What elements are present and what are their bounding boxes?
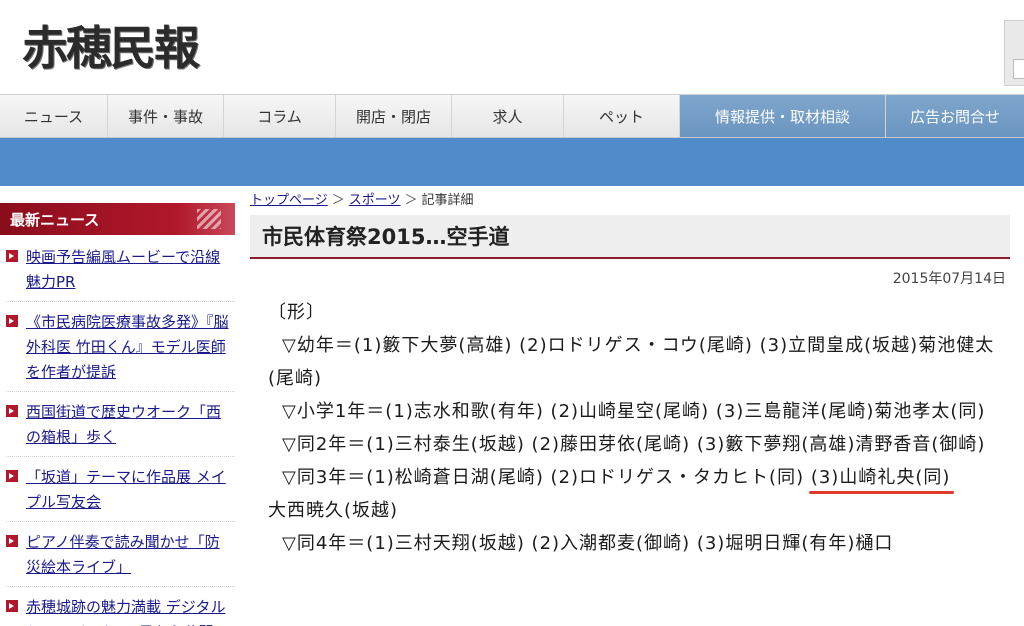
site-header: 赤穂民報	[0, 0, 1024, 94]
bullet-arrow-icon	[6, 405, 18, 417]
nav-item-shop-open-close[interactable]: 開店・閉店	[336, 95, 452, 137]
latest-news-sidebar: 最新ニュース 映画予告編風ムービーで沿線魅力PR 《市民病院医療事故多発》『脳外…	[0, 203, 235, 626]
news-link[interactable]: ピアノ伴奏で読み聞かせ「防災絵本ライブ」	[26, 530, 229, 580]
result-line: ▽小学1年＝(1)志水和歌(有年) (2)山崎星空(尾崎) (3)三島龍洋(尾崎…	[282, 401, 986, 422]
article-body: 〔形〕 ▽幼年＝(1)籔下大夢(高雄) (2)ロドリゲス・コウ(尾崎) (3)立…	[268, 296, 1008, 560]
breadcrumb-current: 記事詳細	[421, 193, 474, 208]
result-line: ▽幼年＝(1)籔下大夢(高雄) (2)ロドリゲス・コウ(尾崎) (3)立間皇成(…	[268, 335, 995, 389]
nav-item-news[interactable]: ニュース	[0, 95, 108, 137]
stripes-decoration	[197, 209, 221, 229]
sidebar-title: 最新ニュース	[0, 203, 235, 235]
section-heading: 〔形〕	[268, 302, 325, 323]
result-line: ▽同2年＝(1)三村泰生(坂越) (2)藤田芽依(尾崎) (3)籔下夢翔(高雄)…	[282, 434, 986, 455]
bullet-arrow-icon	[6, 470, 18, 482]
site-logo[interactable]: 赤穂民報	[22, 12, 200, 78]
news-link[interactable]: 赤穂城跡の魅力満載 デジタルミュージアム 21日から公開	[26, 595, 229, 626]
bullet-arrow-icon	[6, 535, 18, 547]
main-nav: ニュース 事件・事故 コラム 開店・閉店 求人 ペット 情報提供・取材相談 広告…	[0, 94, 1024, 138]
article-header: 市民体育祭2015…空手道	[250, 215, 1010, 259]
list-item: ピアノ伴奏で読み聞かせ「防災絵本ライブ」	[6, 526, 235, 587]
bullet-arrow-icon	[6, 315, 18, 327]
result-line-continuation: 大西暁久(坂越)	[268, 500, 399, 521]
nav-item-ad-inquiry[interactable]: 広告お問合せ	[886, 95, 1024, 137]
nav-item-pets[interactable]: ペット	[564, 95, 680, 137]
news-link[interactable]: 《市民病院医療事故多発》『脳外科医 竹田くん』モデル医師を作者が提訴	[26, 310, 229, 385]
list-item: 「坂道」テーマに作品展 メイプル写友会	[6, 461, 235, 522]
sidebar-title-text: 最新ニュース	[10, 210, 100, 229]
bullet-arrow-icon	[6, 250, 18, 262]
breadcrumb-separator: ＞	[404, 193, 418, 208]
list-item: 西国街道で歴史ウオーク「西の箱根」歩く	[6, 396, 235, 457]
list-item: 赤穂城跡の魅力満載 デジタルミュージアム 21日から公開	[6, 591, 235, 626]
breadcrumb-sports-link[interactable]: スポーツ	[349, 189, 401, 208]
list-item: 《市民病院医療事故多発》『脳外科医 竹田くん』モデル医師を作者が提訴	[6, 306, 235, 392]
highlighted-result: (3)山崎礼央(同)	[810, 467, 951, 488]
nav-item-column[interactable]: コラム	[224, 95, 336, 137]
news-link[interactable]: 映画予告編風ムービーで沿線魅力PR	[26, 245, 229, 295]
nav-item-jobs[interactable]: 求人	[452, 95, 564, 137]
list-item: 映画予告編風ムービーで沿線魅力PR	[6, 241, 235, 302]
result-line-text: ▽同3年＝(1)松崎蒼日湖(尾崎) (2)ロドリゲス・タカヒト(同)	[282, 467, 811, 488]
news-list: 映画予告編風ムービーで沿線魅力PR 《市民病院医療事故多発》『脳外科医 竹田くん…	[0, 235, 235, 626]
article-date: 2015年07月14日	[892, 271, 1006, 287]
result-line: ▽同3年＝(1)松崎蒼日湖(尾崎) (2)ロドリゲス・タカヒト(同) (3)山崎…	[268, 461, 1008, 527]
news-link[interactable]: 「坂道」テーマに作品展 メイプル写友会	[26, 465, 229, 515]
breadcrumb-separator: ＞	[331, 193, 345, 208]
nav-band	[0, 138, 1024, 186]
search-box[interactable]	[1004, 20, 1024, 86]
result-line: ▽同4年＝(1)三村天翔(坂越) (2)入潮都麦(御崎) (3)堀明日輝(有年)…	[282, 533, 894, 554]
search-input[interactable]	[1013, 59, 1024, 79]
breadcrumb-top-link[interactable]: トップページ	[250, 189, 328, 208]
bullet-arrow-icon	[6, 600, 18, 612]
nav-item-news-tips[interactable]: 情報提供・取材相談	[680, 95, 886, 137]
nav-item-incidents[interactable]: 事件・事故	[108, 95, 224, 137]
article-title: 市民体育祭2015…空手道	[262, 225, 510, 249]
breadcrumb: トップページ ＞ スポーツ ＞ 記事詳細	[250, 189, 474, 208]
news-link[interactable]: 西国街道で歴史ウオーク「西の箱根」歩く	[26, 400, 229, 450]
